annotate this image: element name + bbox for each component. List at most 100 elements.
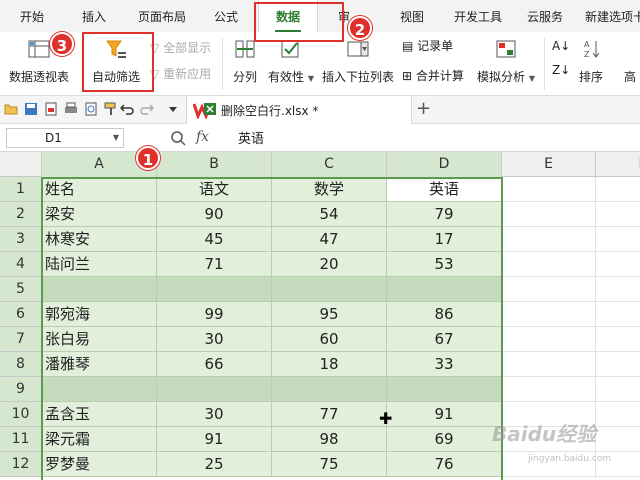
tab-insert[interactable]: 插入 [70, 0, 118, 32]
row-header[interactable]: 11 [0, 427, 42, 452]
cell-d[interactable]: 33 [387, 352, 502, 377]
tab-home[interactable]: 开始 [8, 0, 56, 32]
cell-b[interactable] [157, 277, 272, 302]
cell-b[interactable]: 91 [157, 427, 272, 452]
reapply-button[interactable]: ▽ 重新应用 [150, 64, 211, 84]
cell-c[interactable]: 54 [272, 202, 387, 227]
cell-d[interactable] [387, 377, 502, 402]
header-cell[interactable]: 英语 [387, 177, 502, 202]
cell-a[interactable]: 张白易 [42, 327, 157, 352]
cell-a[interactable]: 梁安 [42, 202, 157, 227]
cell-d[interactable]: 76 [387, 452, 502, 477]
save-icon[interactable] [24, 102, 38, 116]
cell-a[interactable]: 郭宛海 [42, 302, 157, 327]
empty-cell[interactable] [596, 352, 640, 377]
customize-dropdown-icon[interactable] [166, 102, 180, 116]
empty-cell[interactable] [502, 227, 596, 252]
tab-developer[interactable]: 开发工具 [446, 0, 510, 32]
simulate-button[interactable]: 模拟分析 ▼ [474, 32, 538, 96]
empty-cell[interactable] [596, 227, 640, 252]
cell-b[interactable]: 90 [157, 202, 272, 227]
row-header[interactable]: 1 [0, 177, 42, 202]
cell-a[interactable]: 潘雅琴 [42, 352, 157, 377]
cell-b[interactable]: 99 [157, 302, 272, 327]
tab-view[interactable]: 视图 [390, 0, 434, 32]
select-all-corner[interactable] [0, 152, 42, 177]
cell-d[interactable]: 86 [387, 302, 502, 327]
open-folder-icon[interactable] [4, 102, 18, 116]
empty-cell[interactable] [596, 277, 640, 302]
empty-cell[interactable] [502, 202, 596, 227]
sort-desc-button[interactable]: Z↓ [552, 60, 570, 80]
cell-b[interactable]: 25 [157, 452, 272, 477]
undo-icon[interactable] [120, 102, 134, 116]
header-cell[interactable]: 姓名 [42, 177, 157, 202]
cell-c[interactable]: 77 [272, 402, 387, 427]
cell-c[interactable]: 60 [272, 327, 387, 352]
empty-cell[interactable] [596, 252, 640, 277]
document-tab[interactable]: 删除空白行.xlsx * [186, 96, 412, 124]
cell-c[interactable]: 75 [272, 452, 387, 477]
row-header[interactable]: 7 [0, 327, 42, 352]
format-painter-icon[interactable] [104, 102, 118, 116]
empty-cell[interactable] [596, 427, 640, 452]
empty-cell[interactable] [596, 402, 640, 427]
sort-button[interactable]: A Z 排序 [574, 32, 608, 96]
cell-c[interactable]: 20 [272, 252, 387, 277]
header-cell[interactable]: 语文 [157, 177, 272, 202]
row-header[interactable]: 6 [0, 302, 42, 327]
column-header-c[interactable]: C [272, 152, 387, 177]
tab-cloud[interactable]: 云服务 [520, 0, 570, 32]
cell-b[interactable]: 45 [157, 227, 272, 252]
cell-a[interactable] [42, 377, 157, 402]
empty-cell[interactable] [502, 177, 596, 202]
name-box[interactable]: D1 ▼ [6, 128, 124, 148]
new-tab-button[interactable]: + [416, 98, 431, 119]
cell-d[interactable]: 67 [387, 327, 502, 352]
cell-d[interactable]: 53 [387, 252, 502, 277]
cell-a[interactable]: 孟含玉 [42, 402, 157, 427]
cell-c[interactable]: 47 [272, 227, 387, 252]
empty-cell[interactable] [596, 202, 640, 227]
tab-formulas[interactable]: 公式 [204, 0, 248, 32]
cell-d[interactable]: 69 [387, 427, 502, 452]
cell-a[interactable]: 陆问兰 [42, 252, 157, 277]
cell-c[interactable] [272, 277, 387, 302]
cell-d[interactable] [387, 277, 502, 302]
advanced-button[interactable]: 高 [620, 32, 640, 96]
cell-c[interactable]: 98 [272, 427, 387, 452]
fx-icon[interactable]: fx [196, 129, 209, 145]
cell-b[interactable]: 71 [157, 252, 272, 277]
row-header[interactable]: 2 [0, 202, 42, 227]
column-header-b[interactable]: B [157, 152, 272, 177]
row-header[interactable]: 4 [0, 252, 42, 277]
column-header-d[interactable]: D [387, 152, 502, 177]
cell-c[interactable]: 18 [272, 352, 387, 377]
zoom-search-icon[interactable] [170, 130, 186, 146]
row-header[interactable]: 8 [0, 352, 42, 377]
column-header-f[interactable]: F [596, 152, 640, 177]
row-header[interactable]: 12 [0, 452, 42, 477]
cell-d[interactable]: 91 [387, 402, 502, 427]
cell-a[interactable]: 罗梦曼 [42, 452, 157, 477]
cell-b[interactable] [157, 377, 272, 402]
cell-d[interactable]: 79 [387, 202, 502, 227]
row-header[interactable]: 3 [0, 227, 42, 252]
empty-cell[interactable] [596, 327, 640, 352]
record-button[interactable]: ▤ 记录单 [402, 36, 453, 56]
cell-d[interactable]: 17 [387, 227, 502, 252]
sort-asc-button[interactable]: A↓ [552, 36, 570, 56]
print-preview-icon[interactable] [84, 102, 98, 116]
empty-cell[interactable] [502, 277, 596, 302]
cell-b[interactable]: 30 [157, 327, 272, 352]
tab-new[interactable]: 新建选项卡 [580, 0, 640, 32]
column-header-e[interactable]: E [502, 152, 596, 177]
empty-cell[interactable] [502, 352, 596, 377]
show-all-button[interactable]: ▽ 全部显示 [150, 38, 211, 58]
merge-calc-button[interactable]: ⊞ 合并计算 [402, 66, 464, 86]
cell-a[interactable]: 林寒安 [42, 227, 157, 252]
export-pdf-icon[interactable] [44, 102, 58, 116]
redo-icon[interactable] [140, 102, 154, 116]
empty-cell[interactable] [502, 327, 596, 352]
empty-cell[interactable] [596, 302, 640, 327]
